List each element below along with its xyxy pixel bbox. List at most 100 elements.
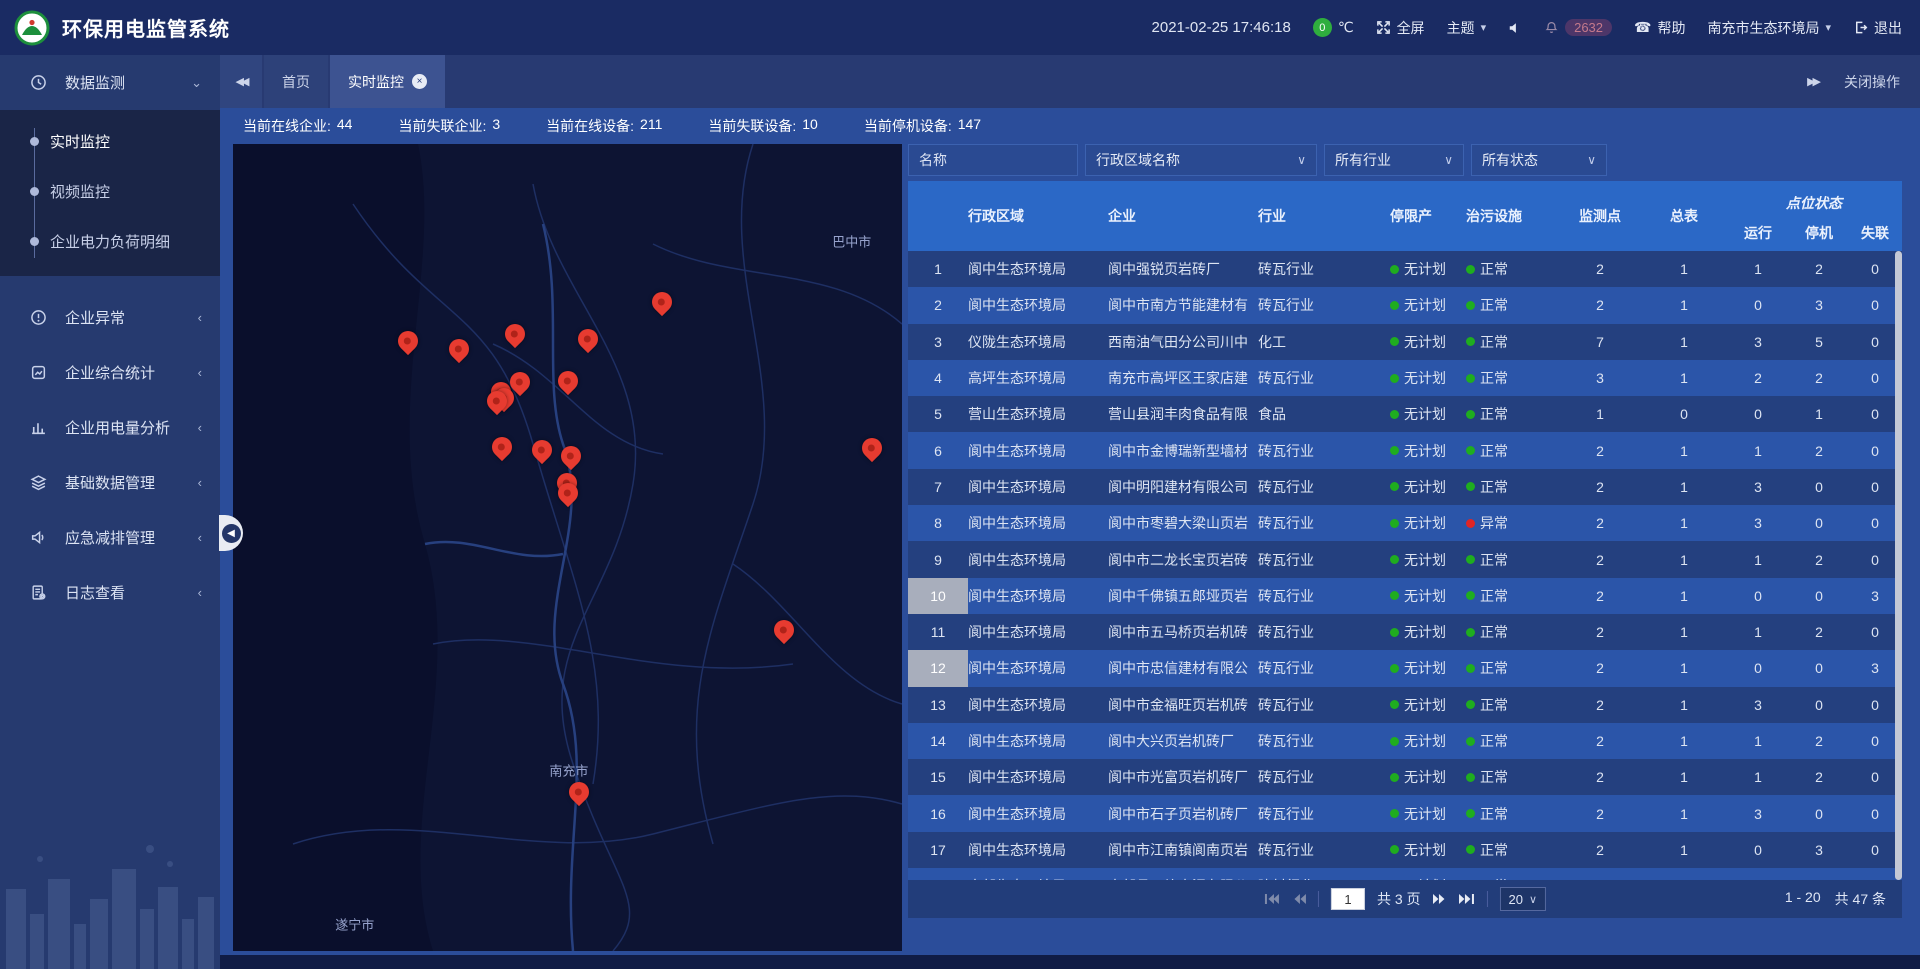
tab-realtime-monitor[interactable]: 实时监控 × [330,55,445,108]
table-row[interactable]: 15阆中生态环境局阆中市光富页岩机砖厂砖瓦行业无计划正常21120 [908,759,1902,795]
page-size-value: 20 [1509,892,1523,907]
skyline-watermark [0,819,220,969]
chevron-left-icon: ‹ [198,530,202,545]
cell-meter: 1 [1642,868,1726,880]
table-row[interactable]: 4高坪生态环境局南充市高坪区王家店建砖瓦行业无计划正常31220 [908,360,1902,396]
industry-filter-select[interactable]: 所有行业 ∨ [1324,144,1464,176]
fullscreen-button[interactable]: 全屏 [1376,18,1425,38]
sidebar-item-emergency[interactable]: 应急减排管理 ‹ [0,510,220,565]
cell-meter: 1 [1642,432,1726,468]
help-button[interactable]: ☎ 帮助 [1634,18,1685,38]
cell-points: 2 [1558,832,1642,868]
cell-meter: 1 [1642,541,1726,577]
mute-button[interactable] [1508,21,1522,35]
table-row[interactable]: 10阆中生态环境局阆中千佛镇五郎垭页岩砖瓦行业无计划正常21003 [908,578,1902,614]
cell-points: 1 [1558,396,1642,432]
status-filter-select[interactable]: 所有状态 ∨ [1471,144,1607,176]
table-row[interactable]: 11阆中生态环境局阆中市五马桥页岩机砖砖瓦行业无计划正常21120 [908,614,1902,650]
temperature: 0 ℃ [1313,18,1354,37]
map-panel[interactable]: 巴中市南充市遂宁市 [233,144,902,951]
table-row[interactable]: 13阆中生态环境局阆中市金福旺页岩机砖砖瓦行业无计划正常21300 [908,687,1902,723]
org-dropdown[interactable]: 南充市生态环境局 ▾ [1707,18,1831,38]
table-row[interactable]: 2阆中生态环境局阆中市南方节能建材有砖瓦行业无计划正常21030 [908,287,1902,323]
name-filter-field[interactable] [908,144,1078,176]
table-row[interactable]: 12阆中生态环境局阆中市忠信建材有限公砖瓦行业无计划正常21003 [908,650,1902,686]
cell-company: 阆中市五马桥页岩机砖 [1108,614,1258,650]
cell-region: 阆中生态环境局 [968,832,1108,868]
cell-facility-status: 正常 [1466,723,1558,759]
cell-industry: 砖瓦行业 [1258,505,1390,541]
tab-home[interactable]: 首页 [264,55,328,108]
table-row[interactable]: 16阆中生态环境局阆中市石子页岩机砖厂砖瓦行业无计划正常21300 [908,795,1902,831]
close-operations-button[interactable]: 关闭操作 [1844,72,1900,92]
notifications[interactable]: 2632 [1544,19,1612,36]
sidebar-item-company-statistics[interactable]: 企业综合统计 ‹ [0,345,220,400]
phone-icon: ☎ [1634,19,1651,36]
table-row[interactable]: 5营山生态环境局营山县润丰肉食品有限食品无计划正常10010 [908,396,1902,432]
speaker-muted-icon [1508,21,1522,35]
log-document-icon [30,584,47,601]
cell-lost: 0 [1848,614,1902,650]
sidebar-item-video-monitor[interactable]: 视频监控 [0,166,220,216]
pagination-summary: 1 - 20 共 47 条 [1785,889,1902,909]
cell-limit-status: 无计划 [1390,360,1466,396]
chevron-down-icon: ▾ [1481,21,1487,34]
table-row[interactable]: 7阆中生态环境局阆中明阳建材有限公司砖瓦行业无计划正常21300 [908,469,1902,505]
tab-close-icon[interactable]: × [412,74,427,89]
cell-meter: 1 [1642,650,1726,686]
table-row[interactable]: 17阆中生态环境局阆中市江南镇阆南页岩砖瓦行业无计划正常21030 [908,832,1902,868]
tabs-scroll-right-button[interactable]: ▶▶ [1807,75,1818,88]
prev-page-button[interactable] [1292,893,1306,905]
last-page-icon [1459,893,1475,905]
name-filter-input[interactable] [919,152,1067,168]
chevron-down-icon: ∨ [1529,893,1537,906]
table-row[interactable]: 18南部生态环境局南部县双峰水泥有限公建材行业无计划正常21030 [908,868,1902,880]
cell-halt: 0 [1790,687,1848,723]
table-row[interactable]: 1阆中生态环境局阆中强锐页岩砖厂砖瓦行业无计划正常21120 [908,251,1902,287]
chevron-left-icon: ◀ [222,524,241,543]
status-dot [1466,482,1475,491]
first-page-button[interactable] [1264,893,1280,905]
cell-halt: 0 [1790,578,1848,614]
double-chevron-left-icon: ◀◀ [236,75,247,88]
logout-button[interactable]: 退出 [1853,18,1902,38]
cell-halt: 1 [1790,396,1848,432]
cell-meter: 1 [1642,614,1726,650]
sidebar-item-realtime-monitor[interactable]: 实时监控 [0,116,220,166]
cell-halt: 2 [1790,432,1848,468]
column-header-facility: 治污设施 [1466,181,1558,251]
table-row[interactable]: 14阆中生态环境局阆中大兴页岩机砖厂砖瓦行业无计划正常21120 [908,723,1902,759]
theme-dropdown[interactable]: 主题 ▾ [1447,18,1487,38]
chevron-left-icon: ‹ [198,475,202,490]
tabs-scroll-left-button[interactable]: ◀◀ [220,55,262,108]
cell-industry: 砖瓦行业 [1258,759,1390,795]
next-page-icon [1433,893,1447,905]
region-filter-select[interactable]: 行政区域名称 ∨ [1085,144,1317,176]
sidebar-item-logs[interactable]: 日志查看 ‹ [0,565,220,620]
cell-limit-status: 无计划 [1390,687,1466,723]
page-size-select[interactable]: 20 ∨ [1500,887,1547,911]
table-scrollbar[interactable] [1895,251,1902,880]
sidebar-item-power-analysis[interactable]: 企业用电量分析 ‹ [0,400,220,455]
table-row[interactable]: 6阆中生态环境局阆中市金博瑞新型墙材砖瓦行业无计划正常21120 [908,432,1902,468]
cell-halt: 0 [1790,505,1848,541]
sidebar-subitem-label: 视频监控 [50,181,110,202]
table-row[interactable]: 9阆中生态环境局阆中市二龙长宝页岩砖砖瓦行业无计划正常21120 [908,541,1902,577]
status-dot [1390,337,1399,346]
cell-run: 0 [1726,650,1790,686]
sidebar-item-data-monitor[interactable]: 数据监测 ⌄ [0,55,220,110]
page-input[interactable] [1331,888,1365,910]
table-row[interactable]: 3仪陇生态环境局西南油气田分公司川中化工无计划正常71350 [908,324,1902,360]
cell-facility-status: 正常 [1466,795,1558,831]
table-row[interactable]: 8阆中生态环境局阆中市枣碧大梁山页岩砖瓦行业无计划异常21300 [908,505,1902,541]
cell-industry: 砖瓦行业 [1258,251,1390,287]
cell-lost: 0 [1848,505,1902,541]
tab-bar: ◀◀ 首页 实时监控 × ▶▶ 关闭操作 [220,55,1920,108]
sidebar-item-power-load-detail[interactable]: 企业电力负荷明细 [0,216,220,266]
cell-halt: 2 [1790,360,1848,396]
next-page-button[interactable] [1433,893,1447,905]
sidebar-item-company-abnormal[interactable]: 企业异常 ‹ [0,290,220,345]
cell-facility-status: 正常 [1466,578,1558,614]
last-page-button[interactable] [1459,893,1475,905]
sidebar-item-base-data[interactable]: 基础数据管理 ‹ [0,455,220,510]
